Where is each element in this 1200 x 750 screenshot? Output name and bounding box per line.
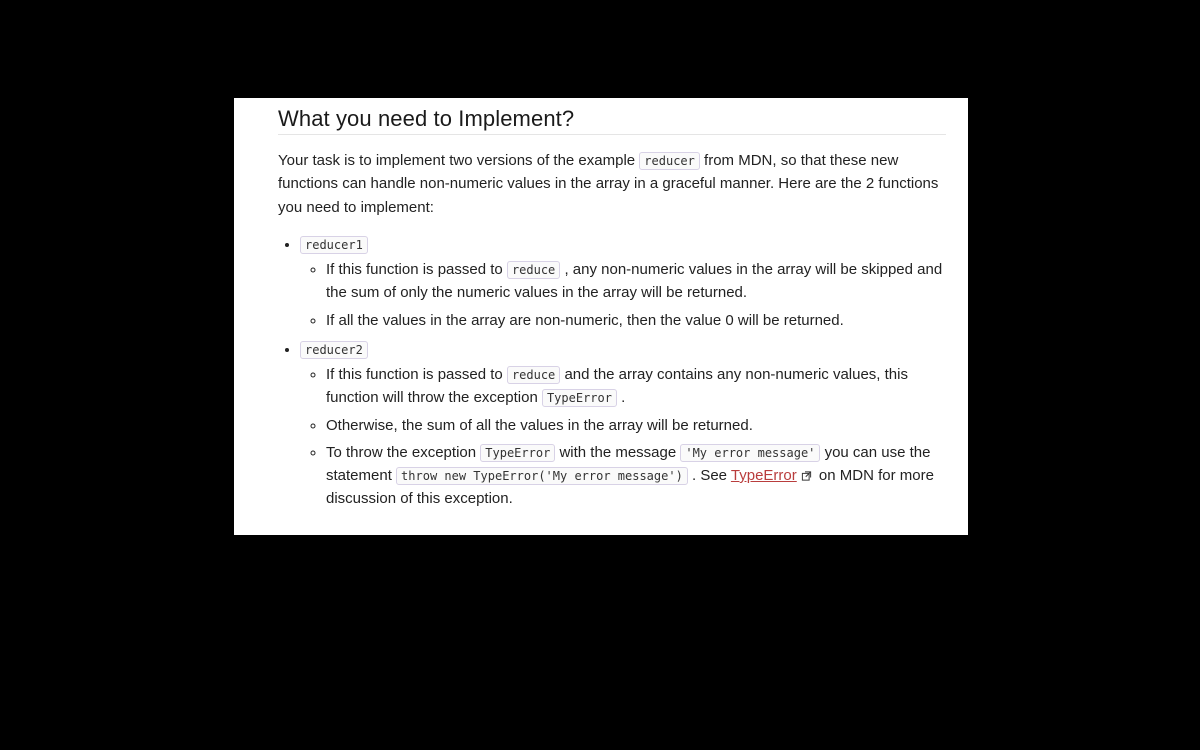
inline-code: reduce [507, 366, 560, 384]
function-item-reducer2: reducer2 If this function is passed to re… [300, 338, 946, 511]
body-text: If this function is passed to [326, 366, 507, 383]
inline-code: 'My error message' [680, 444, 820, 462]
inline-code: TypeError [542, 389, 617, 407]
body-text: To throw the exception [326, 444, 480, 461]
function-subitem: If this function is passed to reduce and… [326, 363, 946, 410]
inline-code: throw new TypeError('My error message') [396, 467, 688, 485]
function-subitem: If this function is passed to reduce , a… [326, 258, 946, 305]
inline-code: TypeError [480, 444, 555, 462]
function-name-code: reducer2 [300, 341, 368, 359]
function-name-code: reducer1 [300, 236, 368, 254]
body-text: If all the values in the array are non-n… [326, 312, 844, 329]
external-link-icon [800, 470, 813, 482]
code-reducer: reducer [639, 152, 700, 170]
function-subitem: To throw the exception TypeError with th… [326, 441, 946, 511]
function-item-reducer1: reducer1 If this function is passed to re… [300, 233, 946, 332]
function-subitem: If all the values in the array are non-n… [326, 309, 946, 332]
section-heading: What you need to Implement? [278, 106, 946, 135]
function-list: reducer1 If this function is passed to re… [278, 233, 946, 511]
instruction-card: What you need to Implement? Your task is… [234, 98, 968, 535]
function-sublist: If this function is passed to reduce and… [300, 363, 946, 511]
function-sublist: If this function is passed to reduce , a… [300, 258, 946, 332]
intro-paragraph: Your task is to implement two versions o… [278, 149, 946, 219]
body-text: . See [688, 467, 731, 484]
body-text: If this function is passed to [326, 261, 507, 278]
intro-text-1: Your task is to implement two versions o… [278, 152, 639, 169]
body-text: Otherwise, the sum of all the values in … [326, 417, 753, 434]
function-subitem: Otherwise, the sum of all the values in … [326, 414, 946, 437]
body-text: . [617, 389, 625, 406]
inline-code: reduce [507, 261, 560, 279]
typeerror-link[interactable]: TypeError [731, 467, 797, 484]
body-text: with the message [555, 444, 680, 461]
